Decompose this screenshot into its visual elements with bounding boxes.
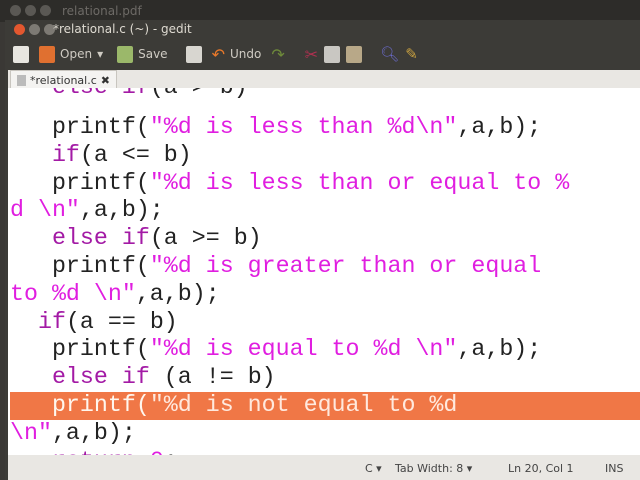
code-line[interactable]: to %d \n",a,b); xyxy=(10,281,640,309)
code-token: ,a,b); xyxy=(457,114,542,140)
close-icon[interactable] xyxy=(14,24,25,35)
code-token: "%d is not equal to %d xyxy=(149,392,458,418)
code-line[interactable]: d \n",a,b); xyxy=(10,197,640,225)
toolbar: Open ▾ Save ↶ Undo ↷ ✂ 🔍︎ ✎ xyxy=(5,38,640,70)
code-token: \n" xyxy=(10,419,52,446)
save-icon xyxy=(117,45,134,63)
tab-relational-c[interactable]: *relational.c ✖ xyxy=(10,70,117,89)
code-token: if xyxy=(51,141,80,168)
code-token: (a == b) xyxy=(65,308,178,335)
code-token: ,a,b); xyxy=(51,419,136,446)
code-token: "%d is less than or equal to % xyxy=(149,169,570,196)
new-file-icon[interactable] xyxy=(13,45,29,63)
code-line[interactable]: else if (a != b) xyxy=(10,364,640,392)
close-icon[interactable] xyxy=(10,5,21,16)
open-label: Open xyxy=(60,47,93,61)
status-bar: C ▾ Tab Width: 8 ▾ Ln 20, Col 1 INS xyxy=(8,455,640,480)
save-button[interactable]: Save xyxy=(113,45,171,63)
code-token: (a >= b) xyxy=(149,225,262,252)
maximize-icon[interactable] xyxy=(40,5,51,16)
insert-mode: INS xyxy=(605,462,624,475)
minimize-icon[interactable] xyxy=(29,24,40,35)
language-selector[interactable]: C ▾ xyxy=(365,462,382,475)
code-line[interactable]: if(a == b) xyxy=(10,309,640,337)
window-title: *relational.c (~) - gedit xyxy=(53,22,192,36)
tab-width-selector[interactable]: Tab Width: 8 ▾ xyxy=(395,462,472,475)
search-icon[interactable]: 🔍︎ xyxy=(380,45,399,63)
code-token: printf( xyxy=(10,114,150,140)
code-token: d \n" xyxy=(10,197,80,224)
code-token: ,a,b); xyxy=(457,336,542,363)
code-token: ,a,b); xyxy=(135,280,220,307)
partial-code-line: else if(a > b) xyxy=(10,88,640,102)
cursor-position: Ln 20, Col 1 xyxy=(508,462,574,475)
code-line[interactable]: printf("%d is less than %d\n",a,b); xyxy=(10,114,640,142)
open-dropdown-icon[interactable]: ▾ xyxy=(97,47,103,61)
copy-icon[interactable] xyxy=(324,45,341,63)
code-token: (a != b) xyxy=(149,364,276,391)
file-icon xyxy=(17,74,26,86)
open-button[interactable]: Open ▾ xyxy=(35,45,107,63)
tab-label: *relational.c xyxy=(30,73,97,87)
code-token: if xyxy=(37,308,66,335)
background-window-title: relational.pdf xyxy=(62,4,142,18)
code-token: printf( xyxy=(10,392,150,418)
code-line[interactable]: if(a <= b) xyxy=(10,142,640,170)
undo-label: Undo xyxy=(229,47,262,61)
undo-button[interactable]: ↶ Undo xyxy=(208,45,266,64)
code-line[interactable]: printf("%d is less than or equal to % xyxy=(10,170,640,198)
code-token: else if xyxy=(51,364,150,391)
code-token: ,a,b); xyxy=(79,197,164,224)
code-line[interactable]: printf("%d is greater than or equal xyxy=(10,253,640,281)
paste-icon[interactable] xyxy=(346,45,363,63)
code-token: else if xyxy=(51,225,150,252)
minimize-icon[interactable] xyxy=(25,5,36,16)
print-icon[interactable] xyxy=(185,45,202,63)
save-label: Save xyxy=(138,47,168,61)
background-window-titlebar: relational.pdf xyxy=(0,0,640,22)
code-token: "%d is less than %d\n" xyxy=(149,114,458,140)
current-code-line[interactable]: printf("%d is not equal to %d xyxy=(10,392,640,420)
tab-bar: *relational.c ✖ xyxy=(8,70,640,89)
code-line[interactable]: \n",a,b); xyxy=(10,420,640,448)
undo-icon: ↶ xyxy=(211,44,225,64)
close-tab-icon[interactable]: ✖ xyxy=(101,74,110,87)
code-token: "%d is equal to %d \n" xyxy=(149,336,458,363)
code-token: printf( xyxy=(10,253,150,279)
gedit-window: *relational.c (~) - gedit Open ▾ Save ↶ Un… xyxy=(5,20,640,480)
replace-icon[interactable]: ✎ xyxy=(405,45,418,63)
code-token: printf( xyxy=(10,336,150,363)
cut-icon[interactable]: ✂ xyxy=(305,45,318,64)
redo-icon[interactable]: ↷ xyxy=(271,45,284,64)
titlebar: *relational.c (~) - gedit xyxy=(5,20,640,38)
code-token: to %d \n" xyxy=(10,280,136,307)
code-editor[interactable]: else if(a > b) printf("%d is less than %… xyxy=(8,88,640,475)
code-token: "%d is greater than or equal xyxy=(149,253,542,279)
code-token: printf( xyxy=(10,169,150,196)
code-line[interactable]: printf("%d is equal to %d \n",a,b); xyxy=(10,336,640,364)
folder-icon xyxy=(39,45,55,63)
code-line[interactable]: else if(a >= b) xyxy=(10,225,640,253)
code-token: (a <= b) xyxy=(79,141,192,168)
